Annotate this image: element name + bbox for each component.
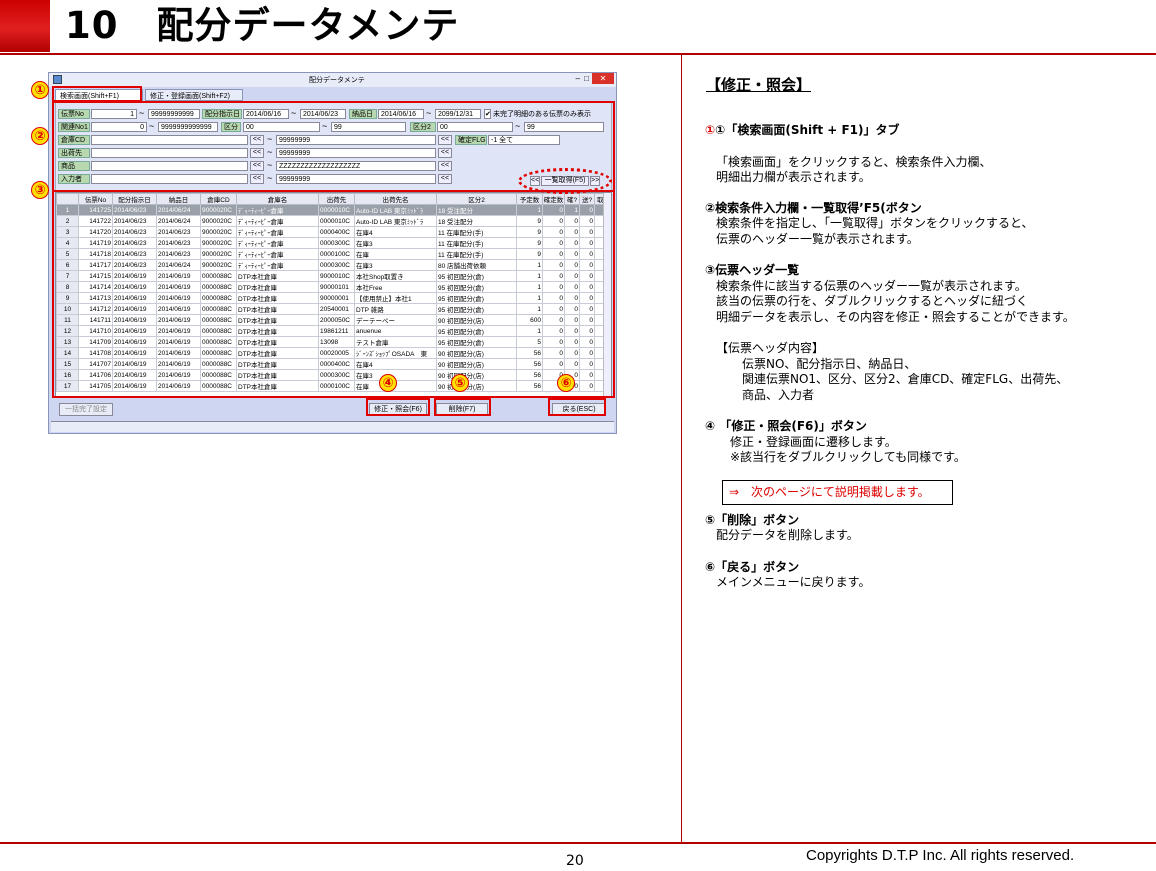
highlight-back — [548, 398, 606, 416]
highlight-tab — [52, 86, 142, 102]
page-title: 10 配分データメンテ — [65, 4, 460, 47]
s3-line4: 【伝票ヘッダ内容】 — [716, 341, 825, 355]
s6-title: ⑥「戻る」ボタン — [705, 560, 800, 574]
page-number: 20 — [566, 853, 584, 869]
s1-title: ①①「検索画面(Shift + F1)」タブ — [705, 123, 900, 137]
s5-title: ⑤「削除」ボタン — [705, 513, 800, 527]
s3-line5: 伝票NO、配分指示日、納品日、 — [742, 357, 917, 371]
marker-4: ④ — [379, 374, 397, 392]
s3-line3: 明細データを表示し、その内容を修正・照会することができます。 — [716, 310, 1075, 324]
maximize-icon[interactable]: □ — [584, 74, 589, 83]
status-bar — [51, 421, 614, 432]
app-icon — [53, 75, 62, 84]
s4-line1: 修正・登録画面に遷移します。 — [730, 435, 897, 449]
s2-line1: 検索条件を指定し、「一覧取得」ボタンをクリックすると、 — [716, 216, 1034, 230]
highlight-edit — [366, 398, 430, 416]
highlight-delete — [434, 398, 491, 416]
s4-title: ④ 「修正・照会(F6)」ボタン — [705, 419, 867, 433]
s3-line2: 該当の伝票の行を、ダブルクリックするとヘッダに紐づく — [716, 294, 1029, 308]
s3-line7: 商品、入力者 — [742, 388, 815, 402]
copyright: Copyrights D.T.P Inc. All rights reserve… — [806, 847, 1075, 864]
tab-edit[interactable]: 修正・登録画面(Shift+F2) — [145, 89, 243, 101]
header-divider — [0, 53, 1156, 55]
highlight-search-button — [518, 168, 612, 194]
marker-6: ⑥ — [557, 374, 575, 392]
s2-title: ②検索条件入力欄・一覧取得’F5(ボタン — [705, 201, 922, 215]
s5-line1: 配分データを削除します。 — [716, 528, 859, 542]
highlight-grid — [52, 190, 615, 398]
next-page-note: ⇒ 次のページにて説明掲載します。 — [722, 480, 953, 505]
s3-title: ③伝票ヘッダ一覧 — [705, 263, 800, 277]
s1-title-text: ①「検索画面(Shift + F1)」タブ — [715, 123, 900, 137]
s4-line2: ※該当行をダブルクリックしても同様です。 — [730, 450, 966, 464]
s2-line2: 伝票のヘッダー一覧が表示されます。 — [716, 232, 919, 246]
s1-line2: 明細出力欄が表示されます。 — [716, 170, 871, 184]
minimize-icon[interactable]: – — [576, 74, 580, 83]
marker-1: ① — [31, 81, 49, 99]
section-heading: 【修正・照会】 — [706, 76, 812, 94]
marker-3: ③ — [31, 181, 49, 199]
window-title: 配分データメンテ — [309, 77, 365, 84]
column-divider — [681, 55, 682, 842]
bulk-complete-button[interactable]: 一括完了設定 — [59, 403, 113, 416]
title-accent-bar — [0, 0, 50, 52]
s1-line1: 「検索画面」をクリックすると、検索条件入力欄、 — [716, 155, 992, 169]
marker-2: ② — [31, 127, 49, 145]
s3-line1: 検索条件に該当する伝票のヘッダー一覧が表示されます。 — [716, 279, 1027, 293]
s3-line6: 関連伝票NO1、区分、区分2、倉庫CD、確定FLG、出荷先、 — [742, 372, 1069, 386]
close-icon[interactable]: ✕ — [592, 73, 614, 84]
marker-5: ⑤ — [451, 374, 469, 392]
window-titlebar: 配分データメンテ – □ ✕ — [49, 73, 616, 87]
s6-line1: メインメニューに戻ります。 — [716, 575, 871, 589]
footer-divider — [0, 842, 1156, 844]
